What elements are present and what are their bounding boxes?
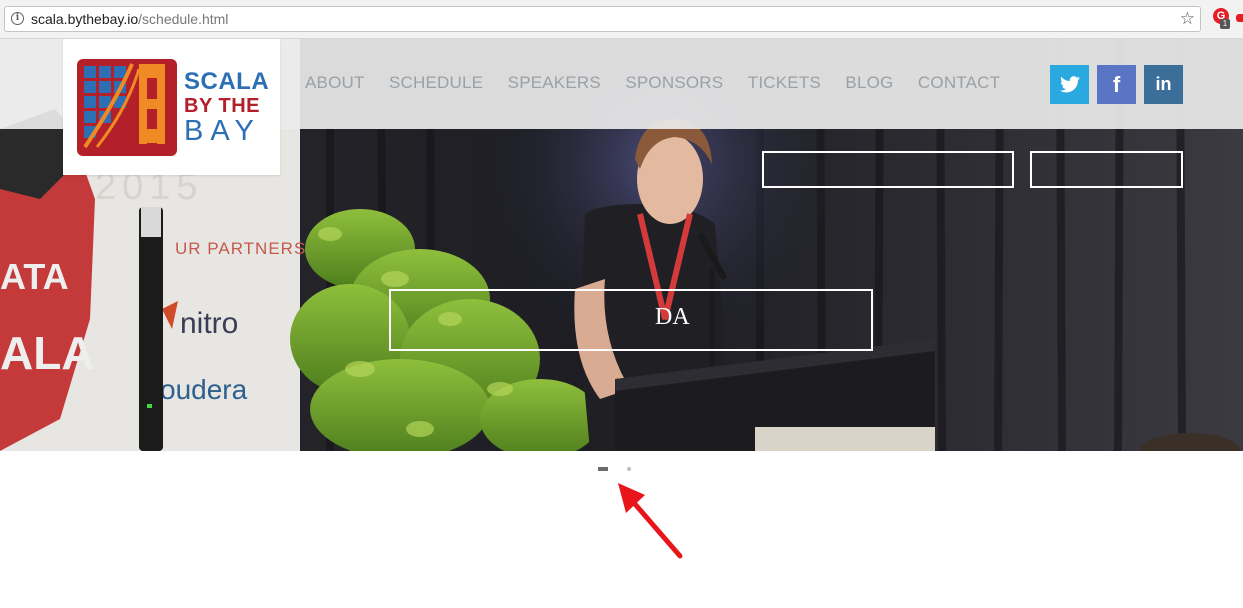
nav-blog[interactable]: BLOG [845,73,893,93]
hero-button-primary[interactable] [762,151,1014,188]
svg-text:UR PARTNERS: UR PARTNERS [175,239,306,258]
logo-text-scala: SCALA [184,68,270,95]
logo-mark-icon [77,59,177,156]
main-nav: ABOUT SCHEDULE SPEAKERS SPONSORS TICKETS… [305,73,1020,93]
url-text[interactable]: scala.bythebay.io/schedule.html [31,11,228,27]
twitter-bird-icon [1059,76,1080,93]
annotation-arrow-icon [618,483,683,559]
nav-about[interactable]: ABOUT [305,73,365,93]
hero-button-secondary[interactable] [1030,151,1183,188]
nav-contact[interactable]: CONTACT [918,73,1000,93]
hero-carousel: 2015 UR PARTNERS nitro oudera ATA ALA DA… [0,39,1243,451]
nav-tickets[interactable]: TICKETS [748,73,821,93]
linkedin-icon[interactable]: in [1144,65,1183,104]
svg-text:ATA: ATA [0,256,69,297]
facebook-glyph: f [1112,72,1121,97]
address-bar[interactable]: i scala.bythebay.io/schedule.html ☆ [4,6,1201,32]
facebook-icon[interactable]: f [1097,65,1136,104]
logo-text-bay: BAY [184,115,261,147]
extension-badge: 1 [1220,19,1230,29]
hero-title-frame [389,289,873,351]
nav-sponsors[interactable]: SPONSORS [625,73,723,93]
svg-text:ALA: ALA [0,327,95,379]
browser-toolbar: i scala.bythebay.io/schedule.html ☆ G 1 [0,0,1243,39]
site-logo[interactable]: SCALA BY THE BAY [63,39,280,175]
star-icon[interactable]: ☆ [1180,9,1195,29]
svg-text:nitro: nitro [180,307,238,340]
url-path: /schedule.html [138,11,229,27]
linkedin-glyph: in [1155,74,1172,94]
twitter-icon[interactable] [1050,65,1089,104]
svg-text:oudera: oudera [160,374,248,405]
url-host: scala.bythebay.io [31,11,139,27]
nav-schedule[interactable]: SCHEDULE [389,73,483,93]
info-icon[interactable]: i [11,12,24,25]
extension-icon-2[interactable] [1236,14,1243,22]
nav-speakers[interactable]: SPEAKERS [508,73,601,93]
logo-text-by-the: BY THE [184,95,260,117]
